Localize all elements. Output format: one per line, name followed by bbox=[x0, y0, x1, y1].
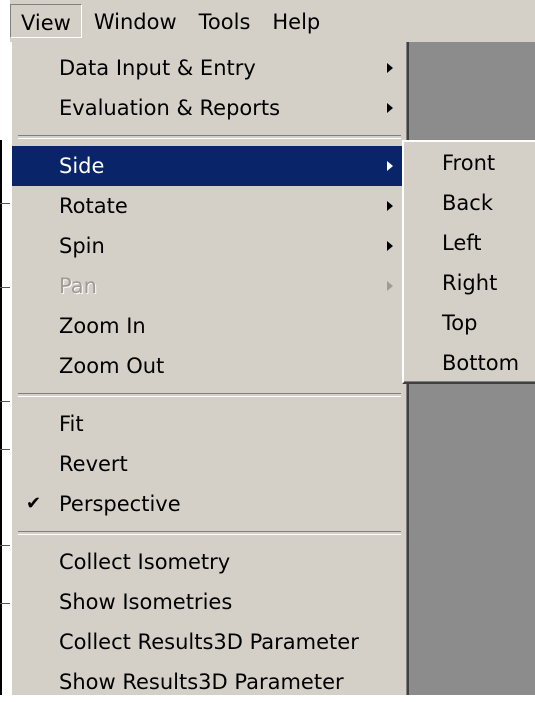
menu-item-label: Spin bbox=[59, 234, 105, 258]
submenu-item-top[interactable]: Top bbox=[404, 303, 535, 343]
submenu-item-left[interactable]: Left bbox=[404, 223, 535, 263]
submenu-item-right[interactable]: Right bbox=[404, 263, 535, 303]
menu-item-label: Zoom Out bbox=[59, 354, 165, 378]
menu-item-side[interactable]: Side bbox=[12, 146, 407, 186]
menu-item-label: Rotate bbox=[59, 194, 128, 218]
menu-item-collect-results3d-parameter[interactable]: Collect Results3D Parameter bbox=[12, 622, 407, 662]
menu-item-show-results3d-parameter[interactable]: Show Results3D Parameter bbox=[12, 662, 407, 702]
menu-item-label: Perspective bbox=[59, 492, 181, 516]
menu-separator bbox=[18, 393, 401, 397]
menu-bar: View Window Tools Help bbox=[10, 0, 535, 42]
menu-item-pan: Pan bbox=[12, 266, 407, 306]
menu-item-evaluation-reports[interactable]: Evaluation & Reports bbox=[12, 88, 407, 128]
submenu-arrow-icon bbox=[387, 161, 393, 171]
menu-item-revert[interactable]: Revert bbox=[12, 444, 407, 484]
menu-item-label: Fit bbox=[59, 412, 84, 436]
background-divider bbox=[0, 203, 10, 204]
view-menu-dropdown: Data Input & Entry Evaluation & Reports … bbox=[10, 42, 409, 695]
menu-item-label: Revert bbox=[59, 452, 128, 476]
background-divider bbox=[0, 449, 10, 450]
menu-item-label: Collect Isometry bbox=[59, 550, 231, 574]
menu-window[interactable]: Window bbox=[84, 4, 187, 38]
menu-item-label: Show Isometries bbox=[59, 590, 233, 614]
submenu-item-bottom[interactable]: Bottom bbox=[404, 343, 535, 383]
submenu-arrow-icon bbox=[387, 241, 393, 251]
menu-item-label: Side bbox=[59, 154, 105, 178]
menu-separator bbox=[18, 135, 401, 139]
submenu-arrow-icon bbox=[387, 63, 393, 73]
menu-item-collect-isometry[interactable]: Collect Isometry bbox=[12, 542, 407, 582]
menu-tools[interactable]: Tools bbox=[189, 4, 261, 38]
menu-item-data-input-entry[interactable]: Data Input & Entry bbox=[12, 48, 407, 88]
menu-item-fit[interactable]: Fit bbox=[12, 404, 407, 444]
menu-item-label: Collect Results3D Parameter bbox=[59, 630, 359, 654]
submenu-arrow-icon bbox=[387, 281, 393, 291]
menu-item-spin[interactable]: Spin bbox=[12, 226, 407, 266]
background-divider bbox=[0, 603, 10, 604]
submenu-arrow-icon bbox=[387, 201, 393, 211]
submenu-item-front[interactable]: Front bbox=[404, 143, 535, 183]
menu-item-label: Zoom In bbox=[59, 314, 146, 338]
menu-item-zoom-out[interactable]: Zoom Out bbox=[12, 346, 407, 386]
menu-item-label: Data Input & Entry bbox=[59, 56, 256, 80]
menu-separator bbox=[18, 531, 401, 535]
menu-item-label: Evaluation & Reports bbox=[59, 96, 281, 120]
side-submenu: Front Back Left Right Top Bottom bbox=[402, 140, 535, 384]
background-divider bbox=[0, 287, 10, 288]
window-border bbox=[0, 140, 2, 695]
menu-item-label: Pan bbox=[59, 274, 97, 298]
submenu-item-back[interactable]: Back bbox=[404, 183, 535, 223]
menu-view[interactable]: View bbox=[10, 4, 82, 38]
checkmark-icon: ✔ bbox=[26, 493, 42, 514]
menu-item-zoom-in[interactable]: Zoom In bbox=[12, 306, 407, 346]
menu-item-perspective[interactable]: ✔ Perspective bbox=[12, 484, 407, 524]
submenu-arrow-icon bbox=[387, 103, 393, 113]
menu-item-show-isometries[interactable]: Show Isometries bbox=[12, 582, 407, 622]
background-divider bbox=[0, 401, 10, 402]
menu-help[interactable]: Help bbox=[262, 4, 330, 38]
background-divider bbox=[0, 545, 10, 546]
menu-item-label: Show Results3D Parameter bbox=[59, 670, 344, 694]
menu-item-rotate[interactable]: Rotate bbox=[12, 186, 407, 226]
